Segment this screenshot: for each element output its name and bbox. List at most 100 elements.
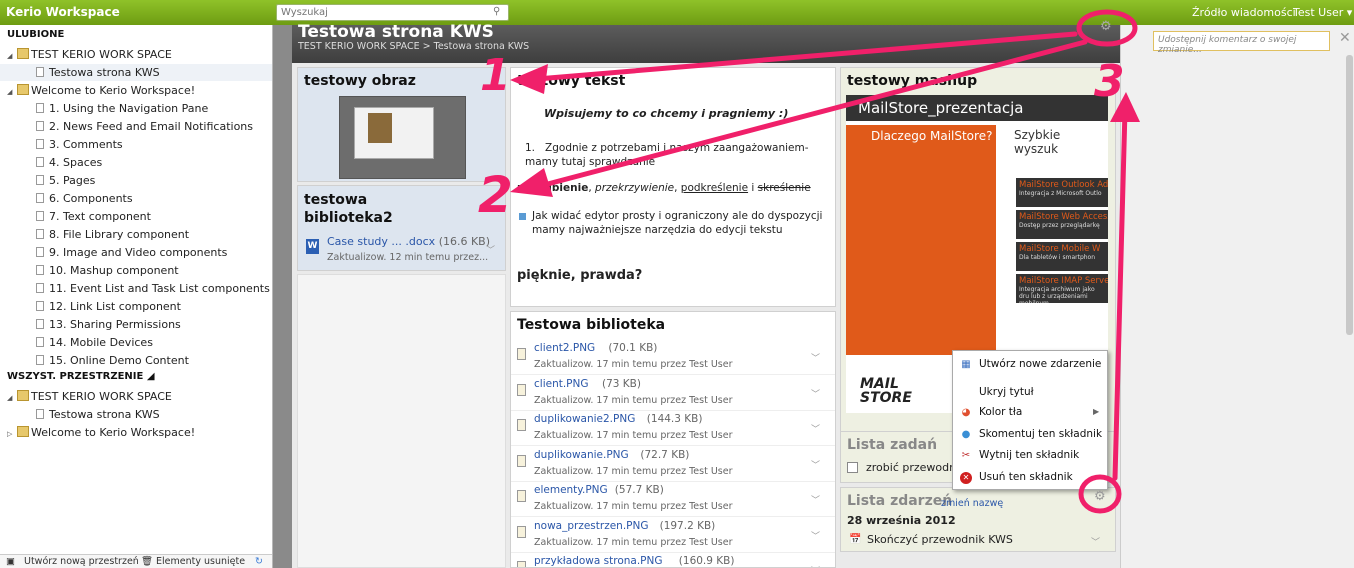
quick-search-text: Szybkie wyszuk: [1014, 128, 1061, 156]
sidebar-page-item[interactable]: 2. News Feed and Email Notifications: [0, 118, 272, 135]
sidebar-item-label: 14. Mobile Devices: [49, 336, 153, 349]
create-space-link[interactable]: Utwórz nową przestrzeń: [24, 556, 139, 567]
sidebar-page-item[interactable]: 9. Image and Video components: [0, 244, 272, 261]
tile-heading: MailStore Mobile W: [1019, 244, 1101, 254]
submenu-arrow-icon: ▶: [1093, 407, 1100, 416]
chevron-down-icon[interactable]: ﹀: [811, 564, 820, 567]
sidebar-page-item[interactable]: 12. Link List component: [0, 298, 272, 315]
sidebar-page-item[interactable]: Testowa strona KWS: [0, 406, 272, 423]
all-spaces-header[interactable]: WSZYST. PRZESTRZENIE ◢: [7, 371, 155, 382]
close-icon[interactable]: ✕: [1339, 30, 1351, 46]
task-item[interactable]: zrobić przewodnik: [866, 461, 966, 474]
title-line-2: biblioteka2: [304, 210, 393, 226]
component-title[interactable]: testowy obraz: [304, 73, 416, 89]
page-icon: [36, 67, 44, 77]
task-checkbox[interactable]: [847, 462, 858, 473]
page-title[interactable]: Testowa strona KWS: [298, 22, 494, 42]
sidebar-page-item[interactable]: 4. Spaces: [0, 154, 272, 171]
rename-link[interactable]: zmień nazwę: [941, 498, 1003, 509]
file-row[interactable]: nowa_przestrzen.PNG (197.2 KB) Zaktualizow…: [511, 519, 835, 553]
file-meta: Zaktualizow. 17 min temu przez Test User: [534, 501, 733, 512]
expand-toggle-icon[interactable]: ▷: [7, 426, 17, 443]
news-feed-link[interactable]: Źródło wiadomości: [1192, 6, 1296, 19]
file-row[interactable]: client2.PNG (70.1 KB) Zaktualizow. 17 min …: [511, 341, 835, 375]
file-meta: Zaktualizow. 17 min temu przez Test User: [534, 359, 733, 370]
chevron-down-icon[interactable]: ﹀: [811, 351, 820, 364]
file-name[interactable]: duplikowanie2.PNG: [534, 413, 635, 425]
sidebar-page-item[interactable]: 8. File Library component: [0, 226, 272, 243]
image-file-icon: [517, 561, 526, 567]
sidebar-item-label: Welcome to Kerio Workspace!: [31, 426, 196, 439]
file-name[interactable]: duplikowanie.PNG: [534, 449, 629, 461]
component-title[interactable]: Testowa biblioteka: [517, 317, 665, 333]
sidebar-page-item[interactable]: 10. Mashup component: [0, 262, 272, 279]
file-row[interactable]: duplikowanie.PNG (72.7 KB) Zaktualizow. 17…: [511, 448, 835, 482]
file-name[interactable]: nowa_przestrzen.PNG: [534, 520, 649, 532]
sidebar-space-item[interactable]: ◢ TEST KERIO WORK SPACE: [0, 46, 272, 63]
image-file-icon: [517, 454, 526, 467]
search-icon[interactable]: ⚲: [493, 6, 505, 18]
file-name[interactable]: Case study ... .docx: [327, 235, 435, 248]
image-thumbnail[interactable]: [339, 96, 466, 179]
file-row[interactable]: client.PNG (73 KB) Zaktualizow. 17 min tem…: [511, 377, 835, 411]
page-icon: [36, 175, 44, 185]
component-title[interactable]: Lista zdarzeń: [847, 493, 952, 509]
file-name[interactable]: elementy.PNG: [534, 484, 608, 496]
sidebar-page-item[interactable]: 5. Pages: [0, 172, 272, 189]
component-gear-icon[interactable]: ⚙: [1094, 489, 1106, 504]
deleted-items-link[interactable]: Elementy usunięte: [156, 556, 245, 567]
refresh-icon[interactable]: ↻: [255, 556, 263, 567]
file-row[interactable]: elementy.PNG (57.7 KB) Zaktualizow. 17 min…: [511, 483, 835, 517]
page-settings-gear-icon[interactable]: ⚙: [1100, 19, 1112, 34]
component-title[interactable]: Lista zadań: [847, 437, 937, 453]
component-title[interactable]: testowy tekst: [517, 73, 625, 89]
search-input[interactable]: [277, 5, 482, 20]
sidebar-page-item[interactable]: 14. Mobile Devices: [0, 334, 272, 351]
menu-item-background-color[interactable]: Kolor tła: [979, 406, 1022, 418]
sidebar-page-item[interactable]: 11. Event List and Task List components: [0, 280, 272, 297]
sidebar-page-item[interactable]: 13. Sharing Permissions: [0, 316, 272, 333]
sidebar-page-item[interactable]: 6. Components: [0, 190, 272, 207]
chevron-down-icon[interactable]: ﹀: [811, 387, 820, 400]
comment-input[interactable]: Udostępnij komentarz o swojej zmianie...: [1153, 31, 1330, 55]
expand-toggle-icon[interactable]: ◢: [7, 390, 17, 407]
add-space-icon[interactable]: ▣: [6, 556, 15, 567]
sidebar-page-item[interactable]: 1. Using the Navigation Pane: [0, 100, 272, 117]
event-item[interactable]: Skończyć przewodnik KWS: [867, 533, 1013, 546]
file-entry[interactable]: Case study ... .docx (16.6 KB): [327, 235, 490, 248]
sidebar-page-item[interactable]: Testowa strona KWS: [0, 64, 272, 81]
file-name[interactable]: client.PNG: [534, 378, 589, 390]
file-row[interactable]: przykładowa strona.PNG (160.9 KB) ﹀: [511, 554, 835, 567]
search-box[interactable]: ⚲: [276, 4, 509, 21]
chevron-down-icon[interactable]: ﹀: [811, 529, 820, 542]
component-title[interactable]: testowy mashup: [847, 73, 977, 89]
sidebar-page-item[interactable]: 15. Online Demo Content: [0, 352, 272, 369]
embed-title[interactable]: MailStore_prezentacja: [846, 95, 1108, 121]
menu-item-create-event[interactable]: Utwórz nowe zdarzenie: [979, 358, 1101, 370]
file-name[interactable]: przykładowa strona.PNG: [534, 555, 663, 567]
file-row[interactable]: duplikowanie2.PNG (144.3 KB) Zaktualizow. …: [511, 412, 835, 446]
breadcrumb[interactable]: TEST KERIO WORK SPACE > Testowa strona K…: [298, 41, 529, 52]
page-icon: [36, 139, 44, 149]
scrollbar[interactable]: [1346, 55, 1353, 335]
trash-icon[interactable]: 🗑: [141, 556, 153, 567]
sidebar-page-item[interactable]: 7. Text component: [0, 208, 272, 225]
sidebar-space-item[interactable]: ▷ Welcome to Kerio Workspace!: [0, 424, 272, 441]
sidebar-space-item[interactable]: ◢ Welcome to Kerio Workspace!: [0, 82, 272, 99]
component-title[interactable]: testowa biblioteka2: [304, 191, 393, 227]
chevron-down-icon[interactable]: ﹀: [811, 422, 820, 435]
sidebar-space-item[interactable]: ◢ TEST KERIO WORK SPACE: [0, 388, 272, 405]
menu-item-delete[interactable]: Usuń ten składnik: [979, 471, 1073, 483]
expand-toggle-icon[interactable]: ◢: [7, 84, 17, 101]
chevron-down-icon[interactable]: ﹀: [811, 493, 820, 506]
sidebar-page-item[interactable]: 3. Comments: [0, 136, 272, 153]
menu-item-comment[interactable]: Skomentuj ten składnik: [979, 428, 1102, 440]
menu-item-cut[interactable]: Wytnij ten składnik: [979, 449, 1079, 461]
chevron-down-icon[interactable]: ﹀: [486, 243, 495, 256]
menu-item-hide-title[interactable]: Ukryj tytuł: [979, 386, 1034, 398]
chevron-down-icon[interactable]: ﹀: [1091, 535, 1100, 548]
chevron-down-icon[interactable]: ﹀: [811, 458, 820, 471]
expand-toggle-icon[interactable]: ◢: [7, 48, 17, 65]
user-menu[interactable]: Test User ▾: [1293, 6, 1352, 19]
file-name[interactable]: client2.PNG: [534, 342, 595, 354]
